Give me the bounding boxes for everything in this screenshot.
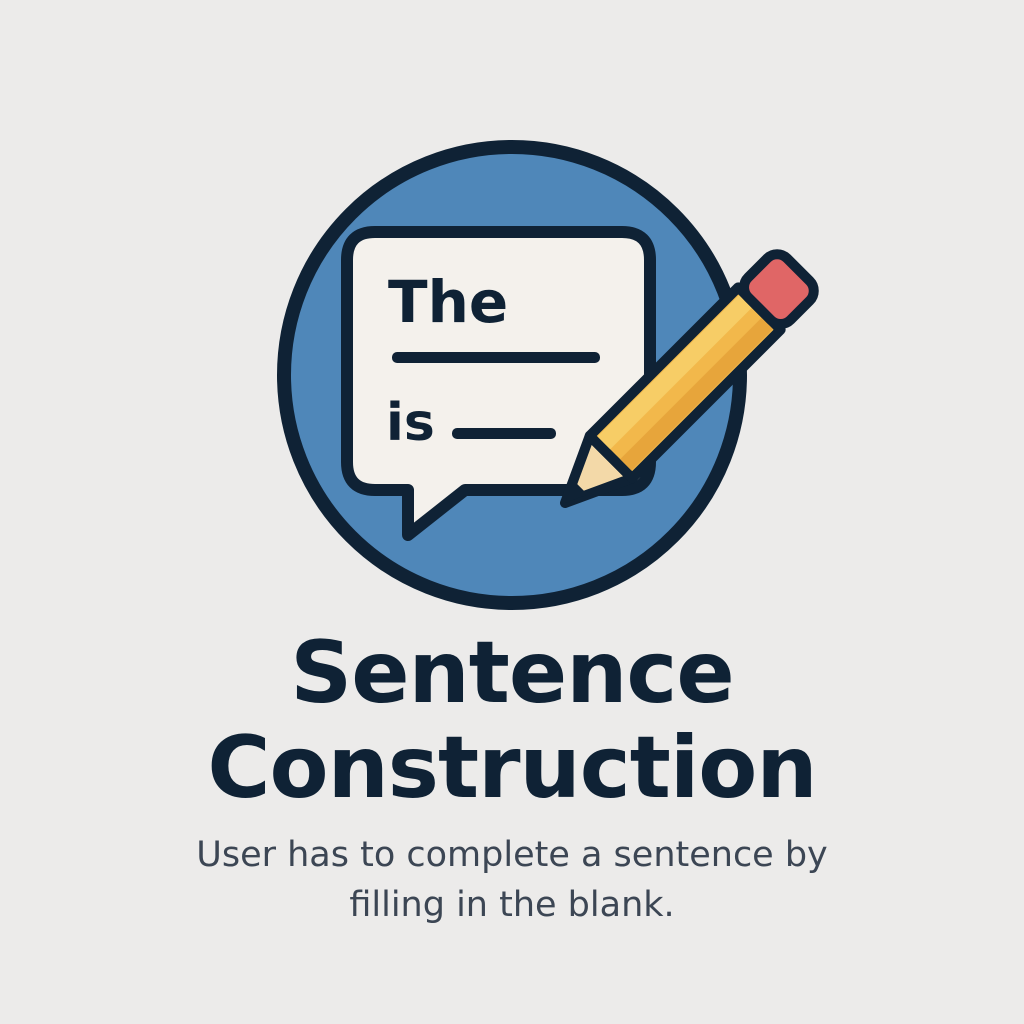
bubble-word-the: The	[388, 268, 508, 336]
subtitle-line-2: filling in the blank.	[349, 885, 675, 925]
title-line-1: Sentence	[290, 623, 734, 723]
blank-line-2	[452, 428, 556, 439]
speech-bubble-pencil-icon: The is	[277, 140, 819, 610]
title-line-2: Construction	[207, 718, 817, 818]
sentence-construction-icon: The is	[0, 0, 1024, 620]
subtitle-line-1: User has to complete a sentence by	[196, 835, 828, 875]
blank-line-1	[392, 352, 600, 363]
bubble-word-is: is	[386, 393, 435, 453]
subtitle: User has to complete a sentence by filli…	[0, 830, 1024, 930]
